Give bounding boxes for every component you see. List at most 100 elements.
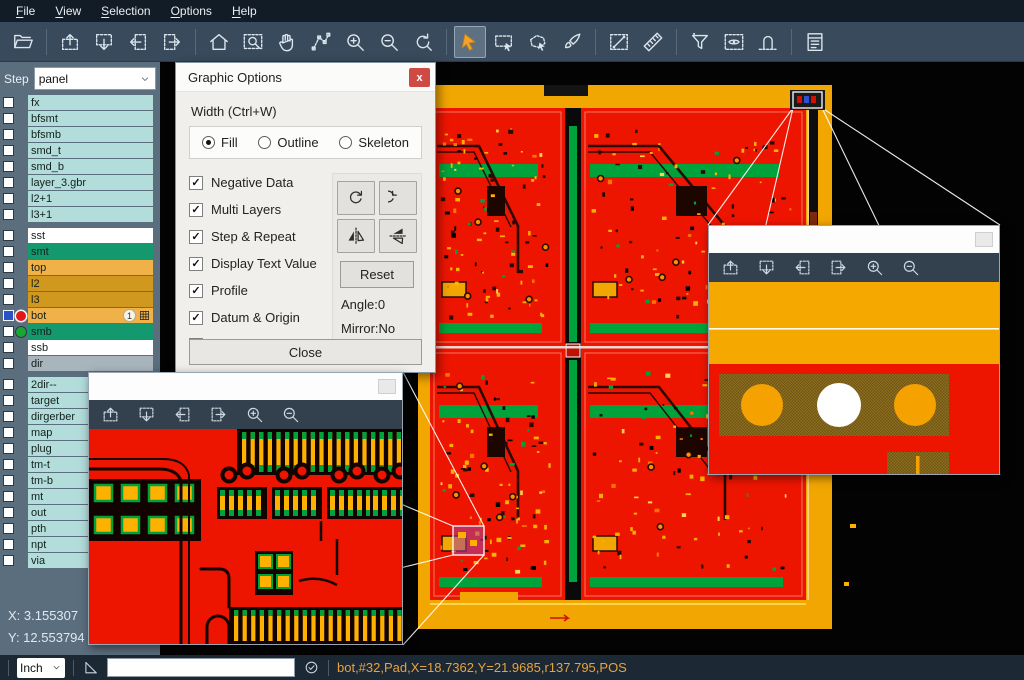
radio-skeleton[interactable]: Skeleton bbox=[339, 135, 409, 150]
layer-visibility-checkbox[interactable] bbox=[3, 294, 14, 305]
rotate-cw-button[interactable] bbox=[337, 181, 375, 215]
layer-name[interactable]: smb bbox=[28, 324, 153, 339]
layer-row-fx[interactable]: fx bbox=[0, 95, 160, 110]
popup-button-zoom-out[interactable] bbox=[278, 403, 302, 427]
popup-menu-button[interactable] bbox=[378, 379, 396, 394]
layer-visibility-checkbox[interactable] bbox=[3, 278, 14, 289]
menu-item-view[interactable]: View bbox=[45, 0, 91, 22]
rotate-ccw-button[interactable] bbox=[379, 181, 417, 215]
layer-visibility-checkbox[interactable] bbox=[3, 491, 14, 502]
layer-name[interactable]: layer_3.gbr bbox=[28, 175, 153, 190]
toolbar-button-ruler[interactable] bbox=[637, 26, 669, 58]
layer-visibility-checkbox[interactable] bbox=[3, 358, 14, 369]
popup-pad-view[interactable] bbox=[709, 282, 999, 474]
layer-row-l3[interactable]: l3 bbox=[0, 292, 160, 307]
checkbox-box[interactable]: ✓ bbox=[189, 230, 203, 244]
menu-item-options[interactable]: Options bbox=[161, 0, 222, 22]
layer-row-bfsmt[interactable]: bfsmt bbox=[0, 111, 160, 126]
layer-row-smb[interactable]: smb bbox=[0, 324, 160, 339]
checkbox-negative-data[interactable]: ✓Negative Data bbox=[189, 175, 332, 190]
checkbox-box[interactable]: ✓ bbox=[189, 284, 203, 298]
popup-title-bar[interactable] bbox=[709, 226, 999, 253]
popup-button-pan-up[interactable] bbox=[98, 403, 122, 427]
layer-visibility-checkbox[interactable] bbox=[3, 230, 14, 241]
layer-visibility-checkbox[interactable] bbox=[3, 459, 14, 470]
popup-button-pan-down[interactable] bbox=[134, 403, 158, 427]
layer-visibility-checkbox[interactable] bbox=[3, 145, 14, 156]
radio-outline[interactable]: Outline bbox=[258, 135, 318, 150]
popup-menu-button[interactable] bbox=[975, 232, 993, 247]
close-button[interactable]: Close bbox=[189, 339, 422, 365]
layer-visibility-checkbox[interactable] bbox=[3, 395, 14, 406]
layer-row-l2-1[interactable]: l2+1 bbox=[0, 191, 160, 206]
layer-visibility-checkbox[interactable] bbox=[3, 443, 14, 454]
popup-button-pan-left[interactable] bbox=[790, 256, 814, 280]
layer-row-smd-b[interactable]: smd_b bbox=[0, 159, 160, 174]
close-icon[interactable]: x bbox=[409, 68, 430, 87]
layer-name[interactable]: l2+1 bbox=[28, 191, 153, 206]
layer-name[interactable]: l3 bbox=[28, 292, 153, 307]
toolbar-button-snap[interactable] bbox=[752, 26, 784, 58]
layer-visibility-checkbox[interactable] bbox=[3, 539, 14, 550]
sync-icon[interactable] bbox=[303, 659, 320, 676]
toolbar-button-pan-right[interactable] bbox=[156, 26, 188, 58]
layer-visibility-checkbox[interactable] bbox=[3, 113, 14, 124]
toolbar-button-open-folder[interactable] bbox=[7, 26, 39, 58]
layer-visibility-checkbox[interactable] bbox=[3, 246, 14, 257]
layer-row-top[interactable]: top bbox=[0, 260, 160, 275]
dialog-title[interactable]: Graphic Options bbox=[176, 63, 435, 92]
reset-button[interactable]: Reset bbox=[340, 261, 414, 288]
layer-name[interactable]: fx bbox=[28, 95, 153, 110]
popup-detail-view[interactable] bbox=[89, 429, 402, 644]
layer-visibility-checkbox[interactable] bbox=[3, 262, 14, 273]
layer-visibility-checkbox[interactable] bbox=[3, 555, 14, 566]
layer-name[interactable]: smd_b bbox=[28, 159, 153, 174]
toolbar-button-pan-up[interactable] bbox=[54, 26, 86, 58]
layer-visibility-checkbox[interactable] bbox=[3, 411, 14, 422]
popup-button-pan-left[interactable] bbox=[170, 403, 194, 427]
checkbox-datum-origin[interactable]: ✓Datum & Origin bbox=[189, 310, 332, 325]
menu-item-file[interactable]: File bbox=[6, 0, 45, 22]
command-input[interactable] bbox=[107, 658, 295, 677]
layer-visibility-checkbox[interactable] bbox=[3, 310, 14, 321]
popup-button-pan-right[interactable] bbox=[826, 256, 850, 280]
layer-row-layer-3-gbr[interactable]: layer_3.gbr bbox=[0, 175, 160, 190]
layer-name[interactable]: bfsmb bbox=[28, 127, 153, 142]
popup-button-pan-down[interactable] bbox=[754, 256, 778, 280]
popup-button-zoom-in[interactable] bbox=[242, 403, 266, 427]
checkbox-profile[interactable]: ✓Profile bbox=[189, 283, 332, 298]
layer-visibility-checkbox[interactable] bbox=[3, 209, 14, 220]
layer-name[interactable]: ssb bbox=[28, 340, 153, 355]
layer-visibility-checkbox[interactable] bbox=[3, 507, 14, 518]
toolbar-button-pan-down[interactable] bbox=[88, 26, 120, 58]
toolbar-button-filter[interactable] bbox=[684, 26, 716, 58]
layer-visibility-checkbox[interactable] bbox=[3, 177, 14, 188]
toolbar-button-home[interactable] bbox=[203, 26, 235, 58]
toolbar-button-zoom-window[interactable] bbox=[237, 26, 269, 58]
layer-visibility-checkbox[interactable] bbox=[3, 161, 14, 172]
toolbar-button-zoom-in[interactable] bbox=[339, 26, 371, 58]
toolbar-button-report[interactable] bbox=[799, 26, 831, 58]
layer-visibility-checkbox[interactable] bbox=[3, 379, 14, 390]
layer-name[interactable]: bot1 bbox=[28, 308, 153, 323]
popup-title-bar[interactable] bbox=[89, 373, 402, 400]
toolbar-button-view-area[interactable] bbox=[718, 26, 750, 58]
menu-item-selection[interactable]: Selection bbox=[91, 0, 160, 22]
toolbar-button-node-edit[interactable] bbox=[305, 26, 337, 58]
checkbox-box[interactable]: ✓ bbox=[189, 203, 203, 217]
toolbar-button-pan-hand[interactable] bbox=[271, 26, 303, 58]
layer-name[interactable]: smd_t bbox=[28, 143, 153, 158]
popup-button-pan-up[interactable] bbox=[718, 256, 742, 280]
step-select[interactable]: panel bbox=[34, 67, 156, 90]
layer-row-bfsmb[interactable]: bfsmb bbox=[0, 127, 160, 142]
flip-vertical-button[interactable] bbox=[379, 219, 417, 253]
checkbox-box[interactable]: ✓ bbox=[189, 311, 203, 325]
layer-visibility-checkbox[interactable] bbox=[3, 523, 14, 534]
layer-name[interactable]: smt bbox=[28, 244, 153, 259]
layer-row-sst[interactable]: sst bbox=[0, 228, 160, 243]
checkbox-box[interactable]: ✓ bbox=[189, 257, 203, 271]
toolbar-button-brush[interactable] bbox=[556, 26, 588, 58]
popup-button-zoom-out[interactable] bbox=[898, 256, 922, 280]
radio-fill[interactable]: Fill bbox=[202, 135, 238, 150]
checkbox-step-repeat[interactable]: ✓Step & Repeat bbox=[189, 229, 332, 244]
